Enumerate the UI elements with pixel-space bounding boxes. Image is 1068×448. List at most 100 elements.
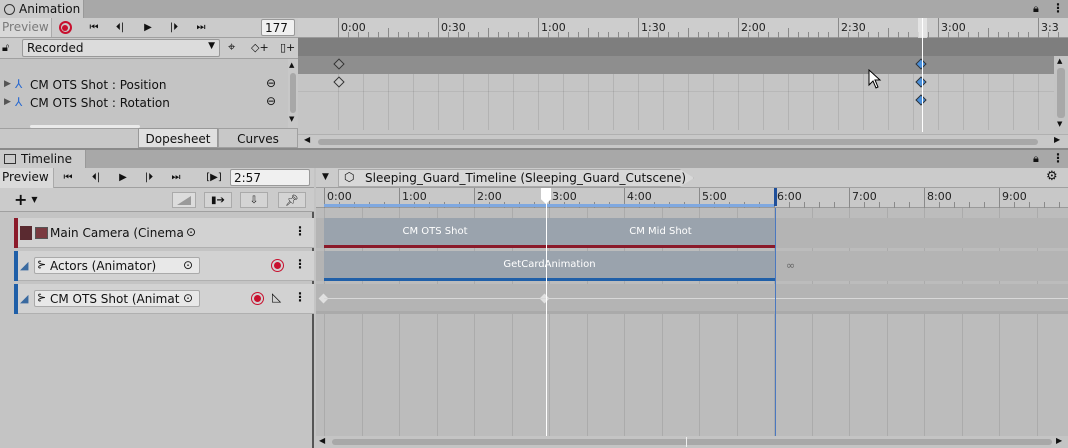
last-frame-button[interactable]: ⏭ — [165, 169, 187, 186]
camera-object-icon — [35, 227, 48, 239]
add-event-icon[interactable]: ◇+ — [251, 41, 269, 54]
expand-arrow-icon[interactable]: ▶ — [4, 79, 11, 89]
ruler-major-tick — [999, 188, 1000, 208]
first-frame-button[interactable]: ⏮ — [58, 169, 78, 186]
dopesheet-vscroll[interactable]: ▲ ▼ — [1054, 56, 1068, 132]
ruler-label: 3:00 — [941, 21, 966, 34]
grid-line — [713, 74, 714, 130]
dopesheet-ruler[interactable]: 0:00 0:30 1:00 1:30 2:00 2:30 3:00 3:3 — [298, 18, 1068, 38]
pin-button[interactable]: 📌︎ — [278, 192, 306, 208]
cinemachine-track-icon — [20, 226, 32, 240]
ruler-major-tick — [438, 18, 439, 38]
settings-gear-icon[interactable]: ⚙ — [1046, 169, 1058, 184]
play-range-button[interactable]: [▶] — [203, 169, 225, 186]
record-button[interactable] — [56, 19, 74, 36]
property-row[interactable]: ▶ ⅄ CM OTS Shot : Position ⊖ — [0, 76, 288, 94]
record-track-icon[interactable] — [271, 259, 284, 272]
animation-playhead[interactable] — [922, 18, 923, 132]
dopesheet-hscroll[interactable]: ◀ ▶ — [298, 134, 1068, 148]
lock-clip-icon[interactable]: 🔓︎ — [2, 41, 9, 55]
track-menu-icon[interactable]: ⋮ — [294, 224, 306, 238]
timeline-tab-label: Timeline — [21, 152, 73, 166]
lock-icon[interactable]: 🔒︎ — [1033, 152, 1039, 166]
play-button[interactable]: ▶ — [113, 169, 133, 186]
next-frame-button[interactable]: |⏵︎ — [139, 169, 159, 186]
ruler-minor-tick — [688, 28, 689, 38]
timeline-tab[interactable]: Timeline — [0, 150, 86, 168]
timeline-end-marker[interactable] — [774, 188, 777, 206]
property-row[interactable]: ▶ ⅄ CM OTS Shot : Rotation ⊖ — [0, 94, 288, 112]
timeline-film-icon — [4, 154, 16, 164]
clip-edit-mode-button[interactable]: ⇩ — [240, 192, 268, 208]
prev-frame-button[interactable]: ⏴︎| — [86, 169, 106, 186]
clip[interactable]: GetCardAnimation — [324, 251, 775, 281]
frame-field[interactable]: 177 — [261, 19, 295, 36]
animation-tab-bar — [0, 0, 1068, 18]
grid-line — [738, 74, 739, 130]
more-options-icon[interactable]: ⋮ — [1052, 151, 1064, 165]
time-field[interactable]: 2:57 — [230, 169, 310, 186]
event-marker-icon[interactable]: ▯+ — [280, 41, 295, 54]
dopesheet-area[interactable]: 0:00 0:30 1:00 1:30 2:00 2:30 3:00 3:3 ▲ ▼ ◀ ▶ — [298, 18, 1068, 148]
curves-toggle-icon[interactable]: ◺ — [272, 290, 281, 304]
value-toggle-icon[interactable]: ⊖ — [266, 76, 276, 90]
tab-curves[interactable]: Curves — [218, 128, 298, 148]
first-key-button[interactable]: ⏮ — [84, 19, 104, 36]
binding-field[interactable]: ⊱ Actors (Animator) ⊙ — [34, 257, 200, 274]
ruler-label: 1:30 — [641, 21, 666, 34]
object-picker-icon[interactable]: ⊙ — [183, 291, 193, 305]
object-picker-icon[interactable]: ⊙ — [183, 258, 193, 272]
ruler-minor-tick — [888, 28, 889, 38]
animator-icon: ⊱ — [37, 291, 47, 304]
plus-icon: + — [14, 189, 28, 209]
preview-button[interactable]: Preview — [0, 18, 52, 37]
timeline-content[interactable]: 0:00 1:00 2:00 3:00 4:00 5:00 6:00 7:00 8:00 9:00… — [316, 188, 1068, 448]
grid-line — [363, 74, 364, 130]
breadcrumb[interactable]: ⬡ Sleeping_Guard_Timeline (Sleeping_Guar… — [338, 169, 694, 187]
ruler-minor-tick — [988, 28, 989, 38]
timeline-playhead[interactable] — [546, 188, 547, 438]
timeline-hscroll[interactable]: ◀ ▶ — [316, 436, 1068, 448]
object-picker-icon[interactable]: ⊙ — [186, 225, 196, 239]
binding-field[interactable]: ⊱ CM OTS Shot (Animator ⊙ — [34, 290, 200, 307]
track-header[interactable]: ◢ ⊱ Actors (Animator) ⊙ ⋮ — [14, 251, 314, 281]
expand-arrow-icon[interactable]: ▶ — [4, 97, 11, 107]
lock-icon[interactable]: 🔒︎ — [1033, 2, 1039, 16]
preview-button[interactable]: Preview — [0, 168, 54, 188]
property-scrollbar[interactable]: ▲ ▼ — [288, 59, 298, 128]
clip[interactable]: CM OTS Shot — [324, 218, 546, 248]
dropdown-arrow-icon[interactable]: ▼ — [322, 172, 329, 182]
add-track-button[interactable]: + ▼ — [14, 191, 48, 208]
clip-dropdown[interactable]: Recorded ▼ — [22, 39, 220, 57]
track-menu-icon[interactable]: ⋮ — [294, 290, 306, 304]
clip-label: CM OTS Shot — [402, 226, 468, 237]
grid-line — [788, 74, 789, 130]
last-key-button[interactable]: ⏭ — [190, 19, 212, 36]
track-header[interactable]: Main Camera (Cinemac ⊙ ⋮ — [14, 218, 314, 248]
snap-button[interactable]: ▮➔ — [204, 192, 232, 208]
prev-key-button[interactable]: ⏴︎| — [110, 19, 130, 36]
next-key-button[interactable]: |⏵︎ — [164, 19, 184, 36]
timeline-end-line — [775, 208, 776, 448]
zoom-slider[interactable] — [172, 192, 196, 208]
track-header[interactable]: ◢ ⊱ CM OTS Shot (Animator ⊙ ◺ ⋮ — [14, 284, 314, 314]
ruler-major-tick — [538, 18, 539, 38]
value-toggle-icon[interactable]: ⊖ — [266, 94, 276, 108]
ruler-major-tick — [924, 188, 925, 208]
tab-dopesheet[interactable]: Dopesheet — [138, 128, 218, 148]
track-name: CM OTS Shot (Animator — [50, 292, 180, 306]
animation-track-icon: ◢ — [20, 259, 29, 272]
more-options-icon[interactable]: ⋮ — [1052, 1, 1064, 15]
animation-toolbar: Preview ⏮ ⏴︎| ▶ |⏵︎ ⏭ 177 — [0, 18, 298, 38]
animation-window: Animation 🔒︎ ⋮ Preview ⏮ ⏴︎| ▶ |⏵︎ ⏭ 177… — [0, 0, 1068, 148]
track-menu-icon[interactable]: ⋮ — [294, 257, 306, 271]
play-button[interactable]: ▶ — [138, 19, 158, 36]
clip[interactable]: CM Mid Shot — [546, 218, 775, 248]
record-track-icon[interactable] — [251, 292, 264, 305]
record-icon — [58, 21, 72, 34]
ruler-minor-tick — [788, 28, 789, 38]
add-keyframe-icon[interactable]: ⌖ — [228, 40, 235, 55]
grid-line — [888, 74, 889, 130]
grid-line — [863, 74, 864, 130]
animation-tab[interactable]: Animation — [0, 0, 84, 18]
